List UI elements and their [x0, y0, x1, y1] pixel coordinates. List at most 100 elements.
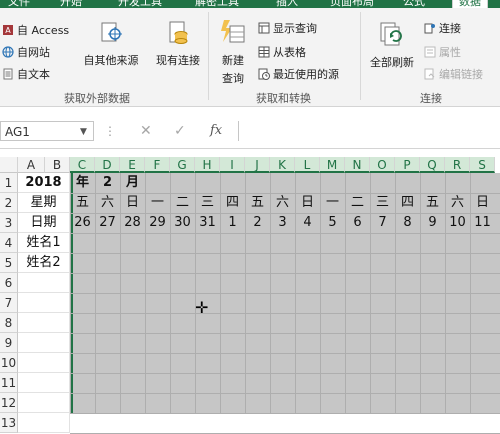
column-header-g[interactable]: G	[170, 157, 195, 173]
column-header-o[interactable]: O	[370, 157, 395, 173]
tab-home[interactable]: 开始	[60, 0, 82, 8]
row-header-11[interactable]: 11	[0, 373, 18, 393]
column-header-k[interactable]: K	[270, 157, 295, 173]
date-cell[interactable]: 7	[370, 213, 395, 233]
cell-a12[interactable]	[18, 393, 70, 413]
date-cell[interactable]: 30	[170, 213, 195, 233]
insert-function-button[interactable]: fx	[210, 123, 222, 138]
column-header-f[interactable]: F	[145, 157, 170, 173]
weekday-cell[interactable]: 三	[370, 193, 395, 213]
cell-a8[interactable]	[18, 313, 70, 333]
date-cell[interactable]: 31	[195, 213, 220, 233]
cancel-icon[interactable]: ✕	[140, 123, 152, 139]
row-header-9[interactable]: 9	[0, 333, 18, 353]
column-header-j[interactable]: J	[245, 157, 270, 173]
tab-developer[interactable]: 开发工具	[118, 0, 162, 8]
weekday-cell[interactable]: 四	[395, 193, 420, 213]
weekday-cell[interactable]: 日	[470, 193, 495, 213]
column-header-e[interactable]: E	[120, 157, 145, 173]
cell-a13[interactable]	[18, 413, 70, 433]
weekday-cell[interactable]: 日	[120, 193, 145, 213]
date-cell[interactable]: 5	[320, 213, 345, 233]
weekday-cell[interactable]: 四	[220, 193, 245, 213]
row-header-3[interactable]: 3	[0, 213, 18, 233]
row-header-2[interactable]: 2	[0, 193, 18, 213]
cell-a1[interactable]: 2018	[18, 173, 70, 193]
weekday-cell[interactable]: 一	[320, 193, 345, 213]
date-cell[interactable]: 1	[220, 213, 245, 233]
row-header-12[interactable]: 12	[0, 393, 18, 413]
row-header-13[interactable]: 13	[0, 413, 18, 433]
cell-e1[interactable]: 月	[120, 173, 145, 193]
row-header-5[interactable]: 5	[0, 253, 18, 273]
tab-formulas[interactable]: 公式	[403, 0, 425, 8]
cell-c1[interactable]: 年	[70, 173, 95, 193]
recent-sources-button[interactable]: 最近使用的源	[258, 66, 339, 82]
tab-file[interactable]: 文件	[8, 0, 30, 8]
column-header-h[interactable]: H	[195, 157, 220, 173]
weekday-cell[interactable]: 五	[420, 193, 445, 213]
from-other-sources-button[interactable]: 自其他来源	[80, 20, 142, 68]
date-cell[interactable]: 10	[445, 213, 470, 233]
select-all-corner[interactable]	[0, 157, 18, 173]
cell-a9[interactable]	[18, 333, 70, 353]
name-box-dropdown-icon[interactable]: ▼	[80, 127, 87, 137]
date-cell[interactable]: 3	[270, 213, 295, 233]
cell-a3[interactable]: 日期	[18, 213, 70, 233]
from-text-button[interactable]: 自文本	[2, 66, 50, 82]
weekday-cell[interactable]: 日	[295, 193, 320, 213]
cell-a10[interactable]	[18, 353, 70, 373]
weekday-cell[interactable]: 五	[70, 193, 95, 213]
cell-a2[interactable]: 星期	[18, 193, 70, 213]
date-cell[interactable]: 27	[95, 213, 120, 233]
weekday-cell[interactable]: 二	[170, 193, 195, 213]
date-cell[interactable]: 11	[470, 213, 495, 233]
cell-d1[interactable]: 2	[95, 173, 120, 193]
column-header-r[interactable]: R	[445, 157, 470, 173]
column-header-l[interactable]: L	[295, 157, 320, 173]
weekday-cell[interactable]: 一	[145, 193, 170, 213]
column-header-n[interactable]: N	[345, 157, 370, 173]
date-cell[interactable]: 28	[120, 213, 145, 233]
date-cell[interactable]: 2	[245, 213, 270, 233]
date-cell[interactable]: 29	[145, 213, 170, 233]
worksheet-grid[interactable]: ABCDEFGHIJKLMNOPQRS 1 2 3 4 5 6 7 8 9 10 11 12 13 20…	[0, 157, 500, 434]
row-header-6[interactable]: 6	[0, 273, 18, 293]
date-cell[interactable]: 9	[420, 213, 445, 233]
new-query-button[interactable]: 新建 查询	[214, 18, 252, 86]
from-table-button[interactable]: 从表格	[258, 44, 306, 60]
weekday-cell[interactable]: 六	[95, 193, 120, 213]
weekday-cell[interactable]: 二	[345, 193, 370, 213]
cell-a7[interactable]	[18, 293, 70, 313]
date-cell[interactable]: 4	[295, 213, 320, 233]
tab-data[interactable]: 数据	[452, 0, 488, 8]
cell-a6[interactable]	[18, 273, 70, 293]
tab-insert[interactable]: 插入	[276, 0, 298, 8]
from-access-button[interactable]: A 自 Access	[2, 22, 69, 38]
row-header-7[interactable]: 7	[0, 293, 18, 313]
cell-a4[interactable]: 姓名1	[18, 233, 70, 253]
formula-input[interactable]	[238, 121, 500, 141]
row-header-4[interactable]: 4	[0, 233, 18, 253]
column-header-m[interactable]: M	[320, 157, 345, 173]
weekday-cell[interactable]: 六	[445, 193, 470, 213]
enter-icon[interactable]: ✓	[174, 123, 186, 139]
row-header-1[interactable]: 1	[0, 173, 18, 193]
refresh-all-button[interactable]: 全部刷新	[366, 20, 418, 70]
column-header-s[interactable]: S	[470, 157, 495, 173]
date-cell[interactable]: 6	[345, 213, 370, 233]
column-header-d[interactable]: D	[95, 157, 120, 173]
column-header-a[interactable]: A	[18, 157, 45, 173]
column-header-q[interactable]: Q	[420, 157, 445, 173]
row-header-10[interactable]: 10	[0, 353, 18, 373]
weekday-cell[interactable]: 三	[195, 193, 220, 213]
column-header-p[interactable]: P	[395, 157, 420, 173]
weekday-cell[interactable]: 五	[245, 193, 270, 213]
cell-a11[interactable]	[18, 373, 70, 393]
column-header-c[interactable]: C	[70, 157, 95, 173]
show-queries-button[interactable]: 显示查询	[258, 20, 317, 36]
cell-a5[interactable]: 姓名2	[18, 253, 70, 273]
connections-button[interactable]: 连接	[424, 20, 461, 36]
weekday-cell[interactable]: 六	[270, 193, 295, 213]
tab-decrypt[interactable]: 解密工具	[195, 0, 239, 8]
